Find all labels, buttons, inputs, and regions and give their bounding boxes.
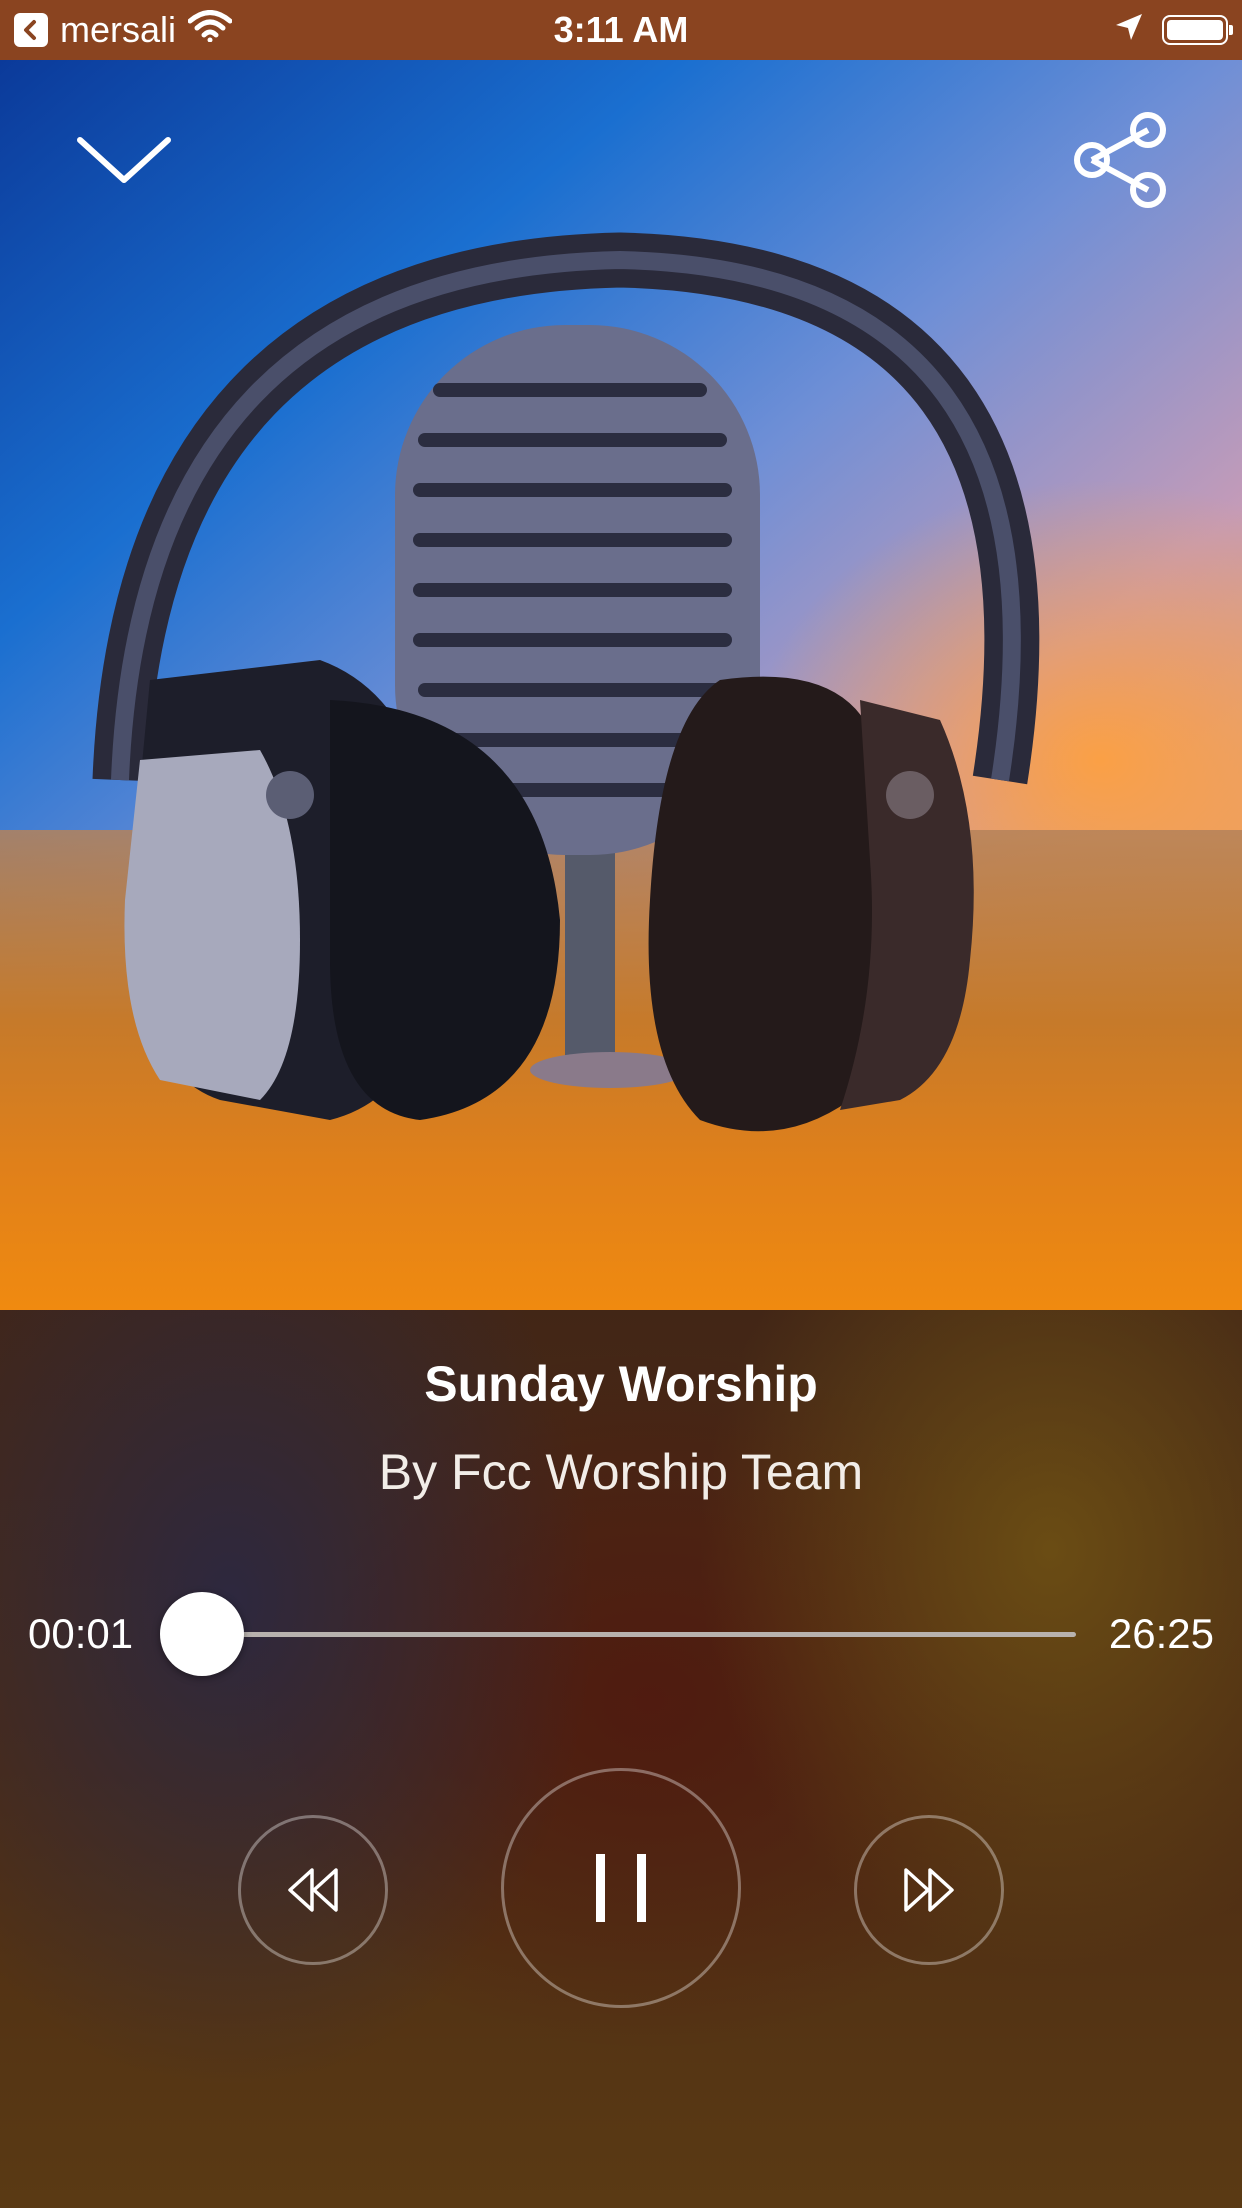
album-artwork (0, 60, 1242, 1310)
fast-forward-icon (904, 1868, 954, 1912)
wifi-icon (187, 9, 233, 51)
rewind-icon (288, 1868, 338, 1912)
battery-icon (1162, 15, 1233, 45)
pause-button[interactable] (501, 1768, 741, 2008)
chevron-down-icon (77, 137, 171, 183)
status-bar: mersali 3:11 AM (0, 0, 1242, 60)
back-to-app-icon[interactable] (14, 13, 48, 47)
rewind-button[interactable] (238, 1815, 388, 1965)
progress-thumb[interactable] (160, 1592, 244, 1676)
headphones-microphone-illustration (92, 232, 1040, 1132)
total-time: 26:25 (1108, 1610, 1214, 1657)
fast-forward-button[interactable] (854, 1815, 1004, 1965)
back-app-label[interactable]: mersali (60, 9, 176, 51)
progress-track[interactable] (200, 1632, 1076, 1637)
share-button[interactable] (1070, 108, 1170, 217)
current-time: 00:01 (28, 1610, 134, 1657)
share-icon (1074, 112, 1166, 208)
collapse-button[interactable] (76, 130, 172, 195)
location-arrow-icon (1114, 9, 1144, 51)
pause-icon (596, 1854, 646, 1922)
track-artist: By Fcc Worship Team (378, 1444, 864, 1500)
track-title: Sunday Worship (424, 1356, 818, 1412)
